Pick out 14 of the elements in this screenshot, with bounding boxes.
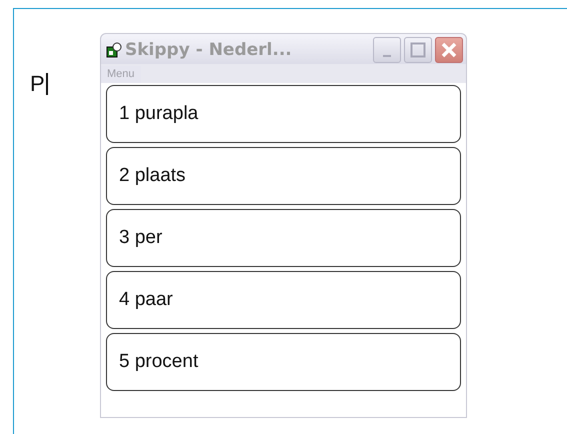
maximize-icon <box>410 42 426 58</box>
close-icon <box>440 41 458 59</box>
suggestion-button[interactable]: 4 paar <box>106 271 461 329</box>
minimize-button[interactable] <box>373 37 401 63</box>
minimize-icon <box>383 55 391 57</box>
suggestion-button[interactable]: 2 plaats <box>106 147 461 205</box>
suggestion-button[interactable]: 1 purapla <box>106 85 461 143</box>
maximize-button[interactable] <box>404 37 432 63</box>
suggestion-button[interactable]: 3 per <box>106 209 461 267</box>
window-title: Skippy - Nederl... <box>125 40 293 60</box>
close-button[interactable] <box>435 37 463 63</box>
editor-text: P <box>30 73 48 95</box>
suggestion-button[interactable]: 5 procent <box>106 333 461 391</box>
app-icon <box>106 42 122 58</box>
